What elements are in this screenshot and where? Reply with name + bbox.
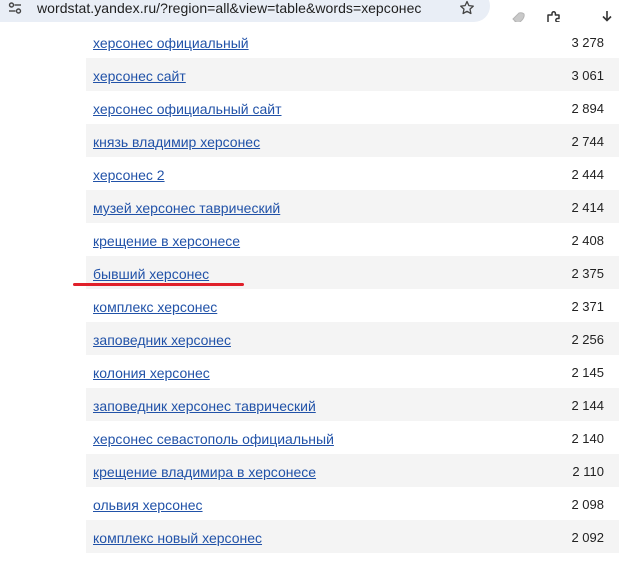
table-row: ольвия херсонес 2 098 (86, 487, 619, 520)
red-highlight-underline (73, 283, 244, 286)
page-content: херсонес официальный 3 278 херсонес сайт 3 … (0, 22, 619, 567)
impressions-count: 3 278 (571, 35, 604, 50)
impressions-count: 2 144 (571, 398, 604, 413)
table-row: херсонес официальный сайт 2 894 (86, 91, 619, 124)
table-row: князь владимир херсонес 2 744 (86, 124, 619, 157)
table-row: музей херсонес таврический 2 414 (86, 190, 619, 223)
phrase-link[interactable]: комплекс новый херсонес (93, 530, 262, 546)
tune-icon[interactable] (8, 1, 22, 15)
impressions-count: 2 140 (571, 431, 604, 446)
impressions-count: 2 371 (571, 299, 604, 314)
table-row (86, 553, 619, 586)
phrase-link[interactable]: ольвия херсонес (93, 497, 203, 513)
url-text[interactable]: wordstat.yandex.ru/?region=all&view=tabl… (37, 0, 421, 16)
table-row: комплекс новый херсонес 2 092 (86, 520, 619, 553)
table-row: заповедник херсонес таврический 2 144 (86, 388, 619, 421)
table-row: комплекс херсонес 2 371 (86, 289, 619, 322)
table-row: крещение владимира в херсонесе 2 110 (86, 454, 619, 487)
impressions-count: 2 256 (571, 332, 604, 347)
phrase-link[interactable]: князь владимир херсонес (93, 134, 260, 150)
table-row: херсонес официальный 3 278 (86, 25, 619, 58)
table-row: херсонес севастополь официальный 2 140 (86, 421, 619, 454)
phrase-link[interactable]: херсонес 2 (93, 167, 165, 183)
phrase-link[interactable]: херсонес севастополь официальный (93, 431, 334, 447)
table-row: херсонес сайт 3 061 (86, 58, 619, 91)
phrase-link[interactable]: колония херсонес (93, 365, 210, 381)
address-bar[interactable]: wordstat.yandex.ru/?region=all&view=tabl… (0, 0, 490, 22)
phrase-link[interactable]: заповедник херсонес (93, 332, 231, 348)
browser-toolbar: wordstat.yandex.ru/?region=all&view=tabl… (0, 0, 619, 26)
phrase-link[interactable]: херсонес официальный сайт (93, 101, 282, 117)
phrase-link[interactable]: крещение в херсонесе (93, 233, 240, 249)
table-row: заповедник херсонес 2 256 (86, 322, 619, 355)
star-icon[interactable] (459, 0, 475, 16)
impressions-count: 3 061 (571, 68, 604, 83)
impressions-count: 2 414 (571, 200, 604, 215)
impressions-count: 2 894 (571, 101, 604, 116)
impressions-count: 2 110 (572, 464, 604, 479)
phrase-link[interactable]: бывший херсонес (93, 266, 209, 282)
wordstat-table: херсонес официальный 3 278 херсонес сайт 3 … (86, 25, 619, 586)
impressions-count: 2 098 (571, 497, 604, 512)
impressions-count: 2 444 (571, 167, 604, 182)
impressions-count: 2 375 (571, 266, 604, 281)
impressions-count: 2 092 (571, 530, 604, 545)
phrase-link[interactable]: заповедник херсонес таврический (93, 398, 316, 414)
table-row: херсонес 2 2 444 (86, 157, 619, 190)
table-row: крещение в херсонесе 2 408 (86, 223, 619, 256)
phrase-link[interactable]: музей херсонес таврический (93, 200, 280, 216)
impressions-count: 2 744 (571, 134, 604, 149)
table-row: колония херсонес 2 145 (86, 355, 619, 388)
phrase-link[interactable]: херсонес сайт (93, 68, 186, 84)
impressions-count: 2 408 (571, 233, 604, 248)
phrase-link[interactable]: крещение владимира в херсонесе (93, 464, 316, 480)
phrase-link[interactable]: комплекс херсонес (93, 299, 217, 315)
phrase-link[interactable]: херсонес официальный (93, 35, 249, 51)
impressions-count: 2 145 (571, 365, 604, 380)
